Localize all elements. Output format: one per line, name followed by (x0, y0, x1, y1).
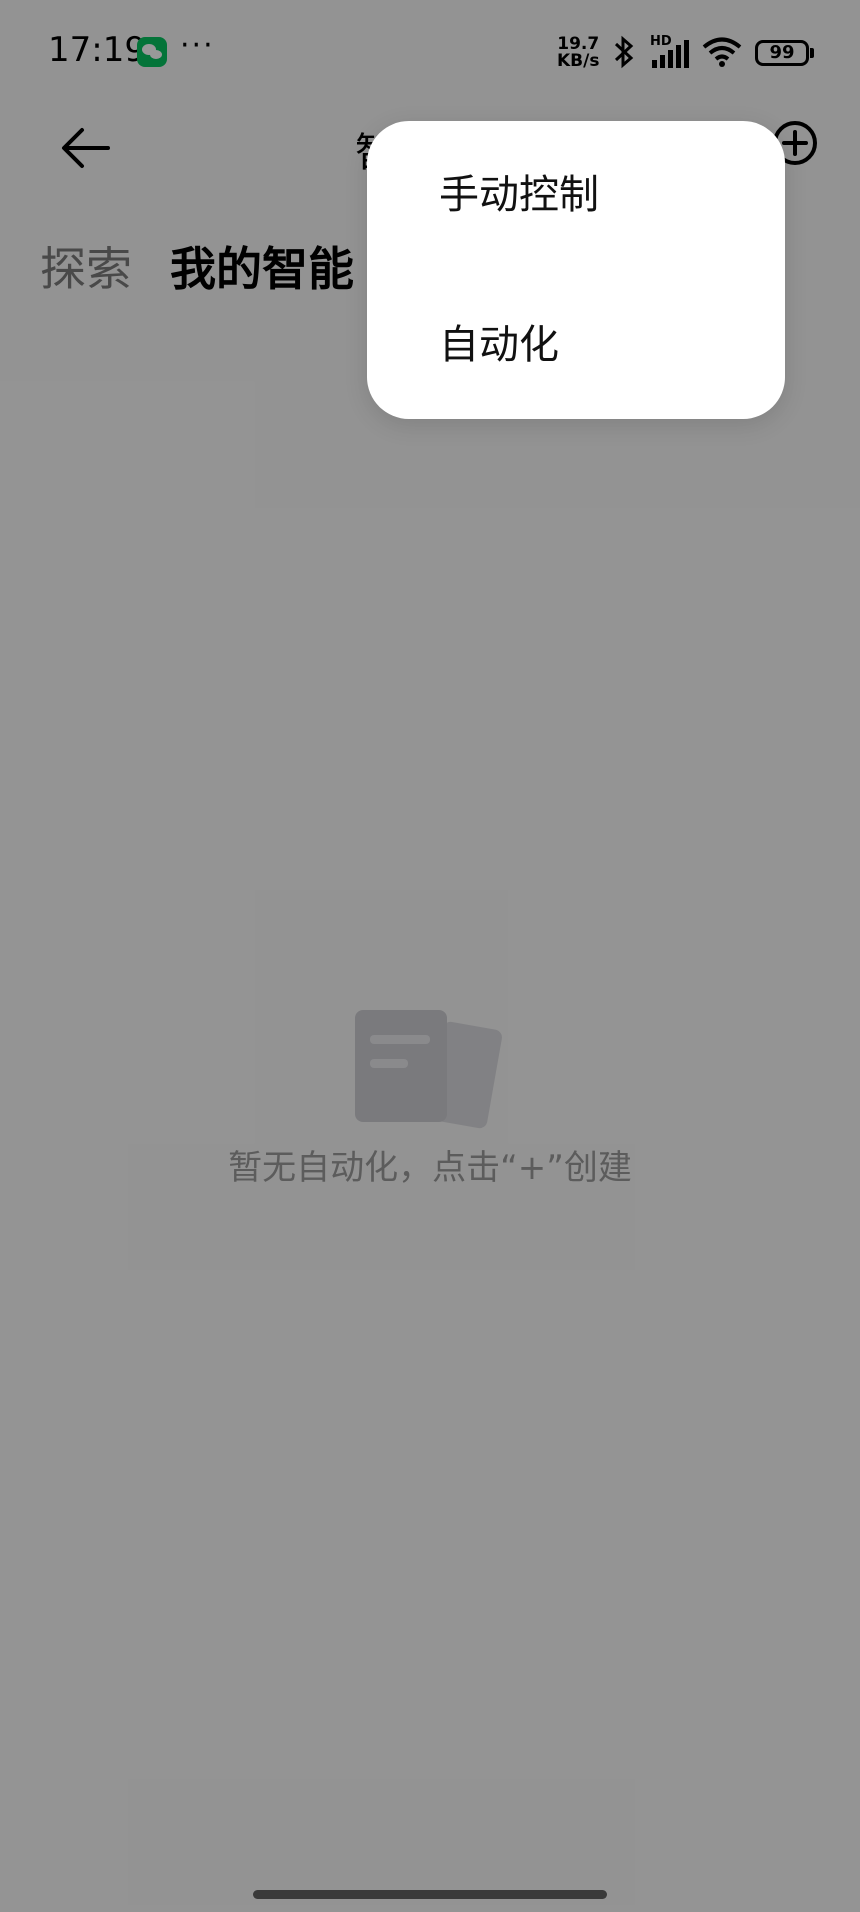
menu-item-label: 自动化 (439, 322, 559, 368)
menu-item-manual-control[interactable]: 手动控制 (367, 121, 785, 261)
add-popup-menu: 手动控制 自动化 (367, 121, 785, 419)
home-indicator[interactable] (253, 1890, 607, 1899)
menu-item-label: 手动控制 (439, 172, 599, 218)
menu-item-automation[interactable]: 自动化 (367, 271, 785, 411)
